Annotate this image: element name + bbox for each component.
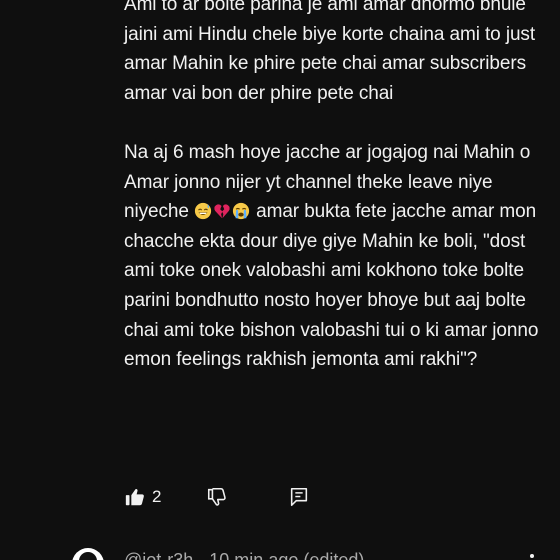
comment-author-meta[interactable]: @jot-r3h · 10 min ago (edited) (124, 550, 364, 560)
more-options-icon[interactable] (528, 554, 536, 560)
comment-thread-screen: Ami to ar bolte parina je ami amar dhorm… (0, 0, 560, 560)
comment-paragraph-2-end: amar bukta fete jacche amar mon chacche … (124, 201, 539, 371)
reply-comment-icon (288, 486, 310, 508)
emoji-group (194, 201, 251, 222)
avatar[interactable] (72, 548, 104, 560)
broken-heart-emoji (214, 204, 230, 219)
thumbs-up-filled-icon (124, 486, 146, 508)
comment-paragraph-2: Na aj 6 mash hoye jacche ar jogajog nai … (124, 138, 544, 375)
like-button[interactable]: 2 (124, 486, 206, 508)
loudly-crying-emoji (232, 203, 250, 220)
comment-paragraph-1: Ami to ar bolte parina je ami amar dhorm… (124, 0, 535, 104)
dislike-button[interactable] (206, 486, 288, 508)
reply-button[interactable] (288, 486, 310, 508)
next-comment: @jot-r3h · 10 min ago (edited) (72, 544, 560, 560)
comment-text: Ami to ar bolte parina je ami amar dhorm… (124, 0, 544, 375)
like-count: 2 (152, 487, 162, 506)
comment-action-bar: 2 (124, 484, 310, 510)
grinning-sweat-emoji (194, 203, 212, 220)
thumbs-down-outline-icon (206, 486, 228, 508)
